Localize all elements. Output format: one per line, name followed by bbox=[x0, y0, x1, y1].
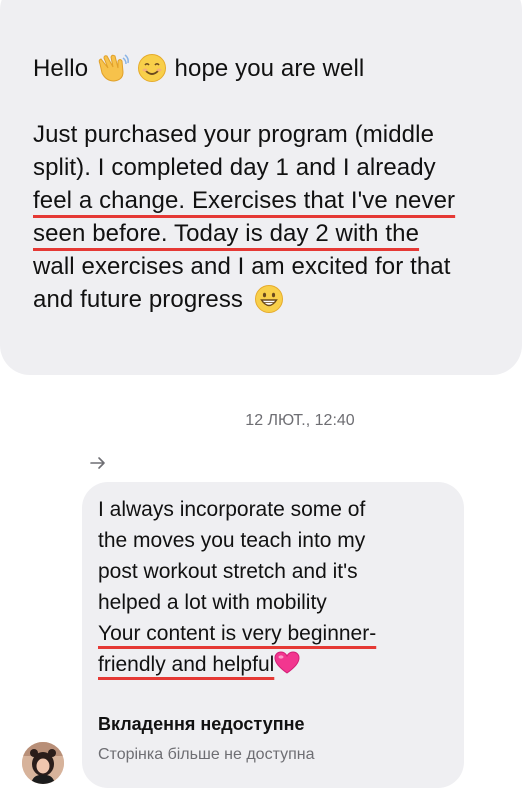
underlined-message-line: feel a change. Exercises that I've never bbox=[33, 187, 456, 214]
avatar[interactable] bbox=[22, 742, 64, 784]
message-last-line: friendly and helpful bbox=[98, 649, 458, 680]
message-line: the moves you teach into my bbox=[98, 529, 366, 552]
message-line: Just purchased your program (middle bbox=[33, 121, 435, 148]
waving-hand-emoji-icon bbox=[98, 54, 129, 82]
smiling-face-emoji-icon bbox=[137, 54, 166, 82]
message-last-line: and future progress bbox=[33, 283, 503, 316]
arrow-right-icon bbox=[90, 457, 105, 469]
attachment-unavailable-subtitle: Сторінка більше не доступна bbox=[98, 746, 315, 763]
message-line: post workout stretch and it's bbox=[98, 560, 358, 583]
message-timestamp: 12 ЛЮТ., 12:40 bbox=[245, 412, 355, 429]
attachment-unavailable-title: Вкладення недоступне bbox=[98, 714, 305, 734]
underlined-message-line: Your content is very beginner- bbox=[98, 622, 377, 645]
message-line: and future progress bbox=[33, 286, 244, 313]
profile-photo-icon bbox=[22, 742, 64, 784]
greeting-line: Hello hope you are well bbox=[33, 52, 503, 85]
message-line: wall exercises and I am excited for that bbox=[33, 253, 451, 280]
underlined-message-line: seen before. Today is day 2 with the bbox=[33, 220, 420, 247]
greeting-tail-text: hope you are well bbox=[174, 55, 365, 82]
message-line: I always incorporate some of bbox=[98, 498, 366, 521]
chat-screen: Hello hope you are well Just purchased y… bbox=[0, 0, 525, 810]
greeting-text: Hello bbox=[33, 55, 89, 82]
pink-heart-emoji-icon bbox=[274, 651, 300, 674]
grinning-face-emoji-icon bbox=[254, 285, 283, 313]
message-line: helped a lot with mobility bbox=[98, 591, 327, 614]
underlined-message-line: friendly and helpful bbox=[98, 653, 275, 676]
message-line: split). I completed day 1 and I already bbox=[33, 154, 436, 181]
forwarded-message-text: I always incorporate some of the moves y… bbox=[98, 494, 458, 680]
message-text: Hello hope you are well Just purchased y… bbox=[33, 52, 503, 316]
